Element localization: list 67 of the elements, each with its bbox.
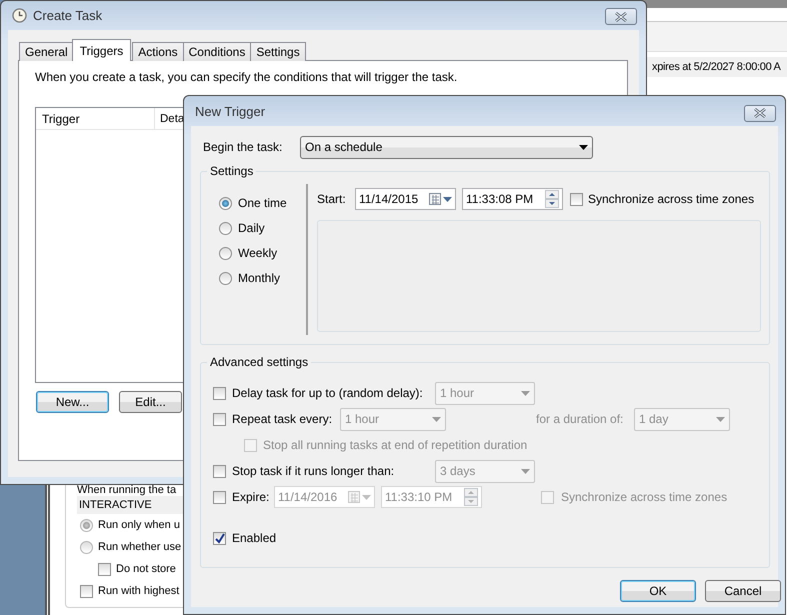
radio-button[interactable] bbox=[219, 196, 232, 210]
column-header[interactable]: Deta bbox=[155, 108, 186, 129]
option-label: Delay task for up to (random delay): bbox=[232, 386, 424, 400]
calendar-icon bbox=[429, 193, 441, 205]
caret-icon bbox=[443, 196, 452, 202]
status-text: xpires at 5/2/2027 8:00:00 A bbox=[652, 61, 781, 73]
option-label: Stop all running tasks at end of repetition duration bbox=[263, 438, 528, 452]
dialog-button[interactable]: OK bbox=[620, 580, 696, 602]
option-label: Weekly bbox=[238, 246, 278, 260]
date-field[interactable]: 11/14/2015 bbox=[355, 188, 456, 210]
option-label: Monthly bbox=[238, 271, 280, 285]
option-label: Repeat task every: bbox=[232, 412, 334, 426]
close-icon bbox=[614, 12, 628, 22]
radio-button[interactable] bbox=[219, 272, 232, 284]
spin-arrows-icon bbox=[545, 190, 559, 208]
group-title: Settings bbox=[207, 164, 256, 178]
dialog-button[interactable]: Cancel bbox=[705, 580, 781, 602]
window-title: Create Task bbox=[33, 8, 102, 23]
close-button[interactable] bbox=[605, 8, 637, 25]
close-button[interactable] bbox=[744, 104, 776, 122]
tab[interactable]: General bbox=[19, 42, 74, 61]
field-label: Begin the task: bbox=[203, 140, 284, 154]
time-field[interactable]: 11:33:08 PM bbox=[462, 188, 563, 210]
spin-arrows-icon bbox=[464, 488, 478, 506]
tab[interactable]: Conditions bbox=[182, 42, 252, 61]
checkbox[interactable] bbox=[213, 532, 226, 544]
option-label: Do not store bbox=[116, 563, 176, 575]
radio-button[interactable] bbox=[80, 518, 93, 532]
option-label: Synchronize across time zones bbox=[561, 490, 728, 504]
option-label: Run with highest bbox=[98, 585, 180, 597]
field-label: for a duration of: bbox=[536, 412, 624, 426]
caret-icon bbox=[362, 494, 371, 500]
option-label: Run only when u bbox=[98, 519, 180, 531]
dropdown[interactable]: On a schedule bbox=[300, 136, 593, 158]
radio-button[interactable] bbox=[219, 246, 232, 260]
checkbox[interactable] bbox=[570, 192, 583, 206]
calendar-icon bbox=[348, 491, 360, 503]
checkbox[interactable] bbox=[98, 562, 111, 576]
close-icon bbox=[753, 108, 767, 118]
option-label: Stop task if it runs longer than: bbox=[232, 464, 396, 478]
column-header[interactable]: Trigger bbox=[36, 108, 155, 129]
option-label: Run whether use bbox=[98, 541, 182, 553]
user-account: INTERACTIVE bbox=[79, 499, 152, 511]
caret-icon bbox=[521, 390, 530, 396]
caret-icon bbox=[521, 468, 530, 474]
window-title: New Trigger bbox=[195, 104, 266, 118]
option-label: One time bbox=[238, 196, 287, 210]
tab[interactable]: Triggers bbox=[72, 39, 132, 61]
description-text: When you create a task, you can specify the conditions that will trigger the task. bbox=[35, 70, 458, 84]
clock-icon bbox=[12, 8, 27, 23]
security-note: When running the ta bbox=[77, 484, 176, 496]
option-label: Daily bbox=[238, 221, 265, 235]
option-label: Synchronize across time zones bbox=[588, 192, 754, 206]
checkbox[interactable] bbox=[80, 584, 93, 598]
option-label: Enabled bbox=[232, 531, 276, 545]
tab[interactable]: Actions bbox=[132, 42, 184, 61]
field-label: Start: bbox=[317, 192, 347, 206]
dialog-button[interactable]: Edit... bbox=[119, 391, 182, 413]
caret-icon bbox=[579, 144, 588, 150]
radio-button[interactable] bbox=[80, 540, 93, 554]
tab[interactable]: Settings bbox=[250, 42, 306, 61]
caret-icon bbox=[716, 416, 725, 422]
option-label: Expire: bbox=[232, 490, 270, 504]
dialog-button[interactable]: New... bbox=[36, 391, 109, 413]
group-title: Advanced settings bbox=[207, 355, 312, 369]
caret-icon bbox=[432, 416, 441, 422]
radio-button[interactable] bbox=[219, 222, 232, 234]
